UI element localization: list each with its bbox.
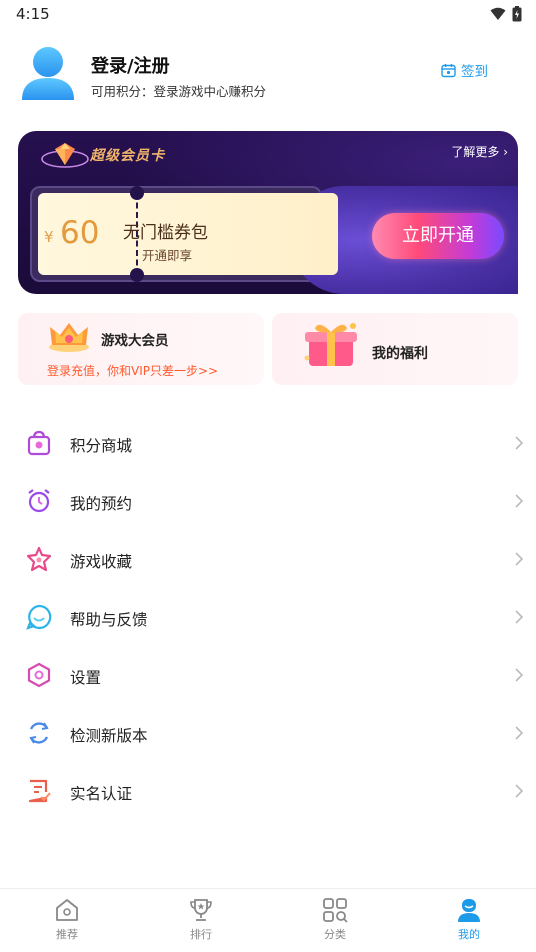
vip-diamond-icon (41, 143, 89, 168)
vip-title: 超级会员卡 (90, 148, 165, 164)
crown-icon (49, 323, 89, 352)
coupon-currency: ¥ (44, 228, 54, 246)
menu-label: 积分商城 (70, 437, 133, 455)
menu-label: 设置 (70, 669, 102, 687)
menu-item-settings[interactable]: 设置 (0, 646, 536, 704)
points-hint: 登录游戏中心赚积分 (153, 84, 267, 99)
chevron-right-icon (515, 610, 524, 624)
points-line: 可用积分：登录游戏中心赚积分 (91, 81, 266, 100)
menu-label: 游戏收藏 (70, 553, 133, 571)
wifi-icon (490, 7, 506, 20)
trophy-icon (190, 899, 212, 921)
chevron-right-icon (515, 784, 524, 798)
game-member-title: 游戏大会员 (101, 333, 169, 349)
nav-tab-recommend[interactable]: 推荐 (27, 897, 107, 942)
checkin-button[interactable]: 签到 (441, 60, 488, 80)
nav-label: 分类 (324, 928, 346, 941)
nav-tab-mine[interactable]: 我的 (429, 897, 509, 942)
menu-label: 检测新版本 (70, 727, 148, 745)
menu-label: 我的预约 (70, 495, 133, 513)
bottom-nav: 推荐 排行 分类 我的 (0, 888, 536, 952)
avatar[interactable] (20, 44, 76, 102)
chevron-right-icon (515, 726, 524, 740)
my-welfare-title: 我的福利 (372, 346, 428, 362)
menu-item-points-mall[interactable]: 积分商城 (0, 414, 536, 472)
login-register-link[interactable]: 登录/注册 (91, 52, 170, 78)
menu-item-game-favorites[interactable]: 游戏收藏 (0, 530, 536, 588)
chevron-right-icon (515, 436, 524, 450)
menu-item-help-feedback[interactable]: 帮助与反馈 (0, 588, 536, 646)
calendar-icon (441, 63, 456, 77)
learn-more-link[interactable]: 了解更多 › (451, 143, 508, 160)
status-bar: 4:15 (0, 0, 536, 28)
star-icon (26, 546, 52, 572)
gift-icon (304, 323, 357, 366)
shopping-bag-icon (27, 430, 51, 456)
nav-tab-ranking[interactable]: 排行 (161, 897, 241, 942)
nav-tab-category[interactable]: 分类 (295, 897, 375, 942)
menu-item-real-name-verification[interactable]: 实名认证 (0, 762, 536, 820)
category-grid-icon (323, 898, 348, 923)
learn-more-label: 了解更多 (451, 145, 500, 159)
coupon-name: 无门槛券包 (123, 223, 208, 243)
battery-icon (512, 6, 522, 22)
coupon-notch-top (130, 186, 144, 200)
status-icons (490, 6, 522, 22)
id-document-icon (28, 779, 51, 803)
points-label: 可用积分： (91, 84, 154, 99)
menu-item-my-reservations[interactable]: 我的预约 (0, 472, 536, 530)
coupon-amount: 60 (60, 215, 100, 251)
coupon-notch-bottom (130, 268, 144, 282)
nav-label: 排行 (190, 928, 212, 941)
home-icon (56, 899, 78, 921)
status-time: 4:15 (16, 5, 50, 23)
open-vip-button[interactable]: 立即开通 (372, 213, 504, 259)
hexagon-settings-icon (27, 662, 51, 688)
nav-label: 我的 (458, 928, 480, 941)
chevron-right-icon: › (503, 145, 508, 159)
alarm-clock-icon (28, 489, 50, 513)
game-member-subtitle: 登录充值，你和VIP只差一步>> (47, 364, 219, 378)
chevron-right-icon (515, 552, 524, 566)
checkin-label: 签到 (461, 64, 488, 80)
menu-item-check-update[interactable]: 检测新版本 (0, 704, 536, 762)
nav-label: 推荐 (56, 928, 78, 941)
coupon-subtitle: 开通即享 (142, 248, 193, 263)
chevron-right-icon (515, 494, 524, 508)
chevron-right-icon (515, 668, 524, 682)
menu-label: 实名认证 (70, 785, 133, 803)
menu-label: 帮助与反馈 (70, 611, 148, 629)
refresh-icon (29, 722, 49, 744)
user-icon (458, 899, 480, 922)
chat-bubble-icon (26, 604, 52, 630)
